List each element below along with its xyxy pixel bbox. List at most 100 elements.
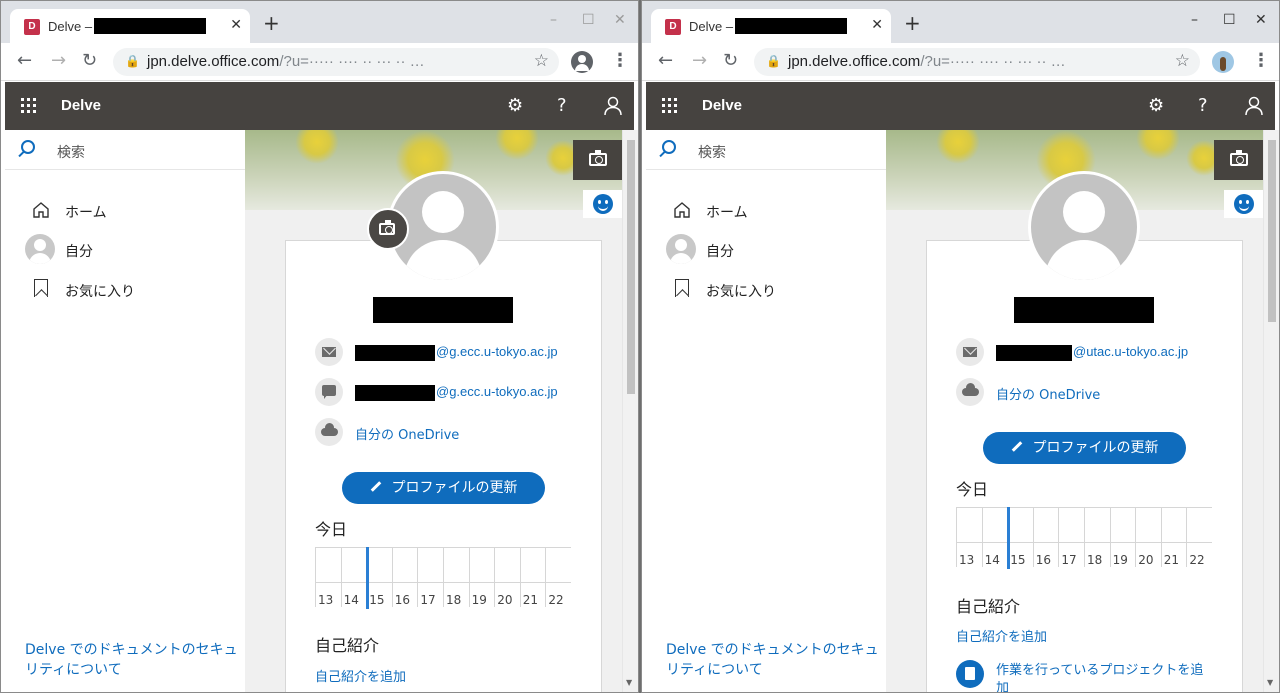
nav-item-me[interactable]: 自分 — [666, 234, 876, 265]
add-about-link[interactable]: 自己紹介を追加 — [315, 666, 406, 685]
maximize-icon[interactable]: ☐ — [1223, 12, 1236, 28]
browser-window-left: D Delve – ✕ + – ☐ ✕ ← → ↻ 🔒 jpn.delve.of… — [0, 0, 639, 693]
back-icon[interactable]: ← — [658, 51, 673, 71]
help-icon[interactable]: ? — [557, 95, 567, 117]
gear-icon[interactable]: ⚙ — [1148, 95, 1164, 117]
timeline-hour-label: 15 — [369, 593, 385, 607]
timeline-hour-label: 20 — [497, 593, 513, 607]
app-launcher-icon[interactable] — [21, 98, 37, 114]
search-placeholder: 検索 — [698, 145, 726, 161]
timeline-slot — [1160, 507, 1187, 543]
camera-icon — [589, 150, 607, 166]
reload-icon[interactable]: ↻ — [82, 51, 97, 71]
timeline-slot — [1186, 507, 1212, 543]
search-box[interactable]: 検索 — [5, 130, 245, 170]
gear-icon[interactable]: ⚙ — [507, 95, 523, 117]
search-box[interactable]: 検索 — [646, 130, 886, 170]
tab-strip: D Delve – ✕ + – ☐ ✕ — [642, 1, 1279, 43]
forward-icon[interactable]: → — [692, 51, 707, 71]
timeline-slot — [956, 507, 982, 543]
chrome-menu-icon[interactable]: ⋮ — [611, 52, 629, 70]
new-tab-button[interactable]: + — [904, 13, 921, 33]
onedrive-link[interactable]: 自分の OneDrive — [355, 424, 459, 443]
pencil-icon — [1011, 440, 1022, 452]
timeline-hour-label: 17 — [420, 593, 436, 607]
browser-tab[interactable]: D Delve – ✕ — [651, 9, 891, 43]
change-cover-button[interactable] — [573, 140, 623, 180]
address-bar[interactable]: 🔒 jpn.delve.office.com/?u=····· ···· ·· … — [754, 48, 1200, 76]
minimize-icon[interactable]: – — [1191, 12, 1198, 28]
nav-item-home[interactable]: ホーム — [666, 196, 876, 226]
timeline-divider — [1160, 543, 1162, 567]
profile-avatar-icon[interactable] — [1212, 51, 1234, 73]
minimize-icon[interactable]: – — [550, 12, 557, 28]
security-info-link[interactable]: Delve でのドキュメントのセキュリティについて — [25, 640, 240, 680]
chrome-menu-icon[interactable]: ⋮ — [1252, 52, 1270, 70]
change-photo-button[interactable] — [367, 208, 409, 250]
delve-favicon-icon: D — [665, 19, 681, 35]
change-cover-button[interactable] — [1214, 140, 1264, 180]
browser-window-right: D Delve – ✕ + – ☐ ✕ ← → ↻ 🔒 jpn.delve.of… — [641, 0, 1280, 693]
current-time-marker — [366, 547, 370, 609]
scroll-down-icon[interactable]: ▼ — [626, 678, 632, 687]
today-label: 今日 — [956, 480, 989, 499]
timeline-slot — [417, 547, 443, 583]
bookmark-star-icon[interactable]: ☆ — [534, 51, 549, 71]
timeline-hour-label: 21 — [522, 593, 539, 607]
delve-favicon-icon: D — [24, 19, 40, 35]
close-window-icon[interactable]: ✕ — [614, 12, 626, 28]
timeline-divider — [1084, 543, 1085, 567]
address-bar[interactable]: 🔒 jpn.delve.office.com/?u=·⁣···· ···· ··… — [113, 48, 559, 76]
nav-item-me[interactable]: 自分 — [25, 234, 235, 265]
left-nav: 検索 ホーム 自分 お気に入り Delve でのドキュメントのセキュリティについ… — [646, 130, 886, 692]
scrollbar-thumb[interactable] — [627, 140, 635, 394]
forward-icon[interactable]: → — [51, 51, 66, 71]
update-profile-button[interactable]: プロファイルの更新 — [983, 432, 1186, 464]
onedrive-link[interactable]: 自分の OneDrive — [996, 384, 1100, 403]
help-icon[interactable]: ? — [1198, 95, 1208, 117]
nav-item-favorites[interactable]: お気に入り — [25, 275, 235, 305]
add-about-link[interactable]: 自己紹介を追加 — [956, 626, 1047, 645]
nav-item-favorites[interactable]: お気に入り — [666, 275, 876, 305]
scrollbar-thumb[interactable] — [1268, 140, 1276, 322]
suite-bar: Delve ⚙ ? — [5, 82, 634, 130]
update-profile-button[interactable]: プロファイルの更新 — [342, 472, 545, 504]
app-launcher-icon[interactable] — [662, 98, 678, 114]
scrollbar[interactable]: ▼ — [1263, 130, 1279, 692]
bookmark-star-icon[interactable]: ☆ — [1175, 51, 1190, 71]
search-icon — [21, 140, 35, 154]
app-name[interactable]: Delve — [61, 97, 101, 114]
app-name[interactable]: Delve — [702, 97, 742, 114]
back-icon[interactable]: ← — [17, 51, 32, 71]
timeline-divider — [1135, 543, 1137, 567]
timeline-hour-label: 20 — [1138, 553, 1154, 567]
timeline-divider — [956, 543, 957, 567]
suite-bar: Delve ⚙ ? — [646, 82, 1275, 130]
tab-title: Delve – — [48, 19, 93, 34]
nav-item-home[interactable]: ホーム — [25, 196, 235, 226]
feedback-button[interactable] — [1224, 190, 1264, 218]
reload-icon[interactable]: ↻ — [723, 51, 738, 71]
account-icon[interactable] — [603, 96, 623, 116]
scrollbar[interactable]: ▼ — [622, 130, 638, 692]
camera-icon — [1230, 150, 1248, 166]
feedback-button[interactable] — [583, 190, 623, 218]
timeline-divider — [315, 583, 316, 607]
timeline-hour-label: 21 — [1163, 553, 1180, 567]
new-tab-button[interactable]: + — [263, 13, 280, 33]
tab-close-icon[interactable]: ✕ — [230, 17, 242, 33]
close-window-icon[interactable]: ✕ — [1255, 12, 1267, 28]
profile-icon[interactable] — [571, 51, 593, 73]
scroll-down-icon[interactable]: ▼ — [1267, 678, 1273, 687]
add-project-link[interactable]: 作業を行っているプロジェクトを追加 — [996, 662, 1206, 692]
cloud-icon — [962, 383, 979, 396]
cloud-icon — [321, 423, 338, 436]
tab-close-icon[interactable]: ✕ — [871, 17, 883, 33]
maximize-icon[interactable]: ☐ — [582, 12, 595, 28]
today-label: 今日 — [315, 520, 348, 539]
browser-tab[interactable]: D Delve – ✕ — [10, 9, 250, 43]
account-icon[interactable] — [1244, 96, 1264, 116]
left-nav: 検索 ホーム 自分 お気に入り Delve でのドキュメントのセキュリティについ… — [5, 130, 245, 692]
security-info-link[interactable]: Delve でのドキュメントのセキュリティについて — [666, 640, 881, 680]
timeline-hour-label: 13 — [959, 553, 975, 567]
